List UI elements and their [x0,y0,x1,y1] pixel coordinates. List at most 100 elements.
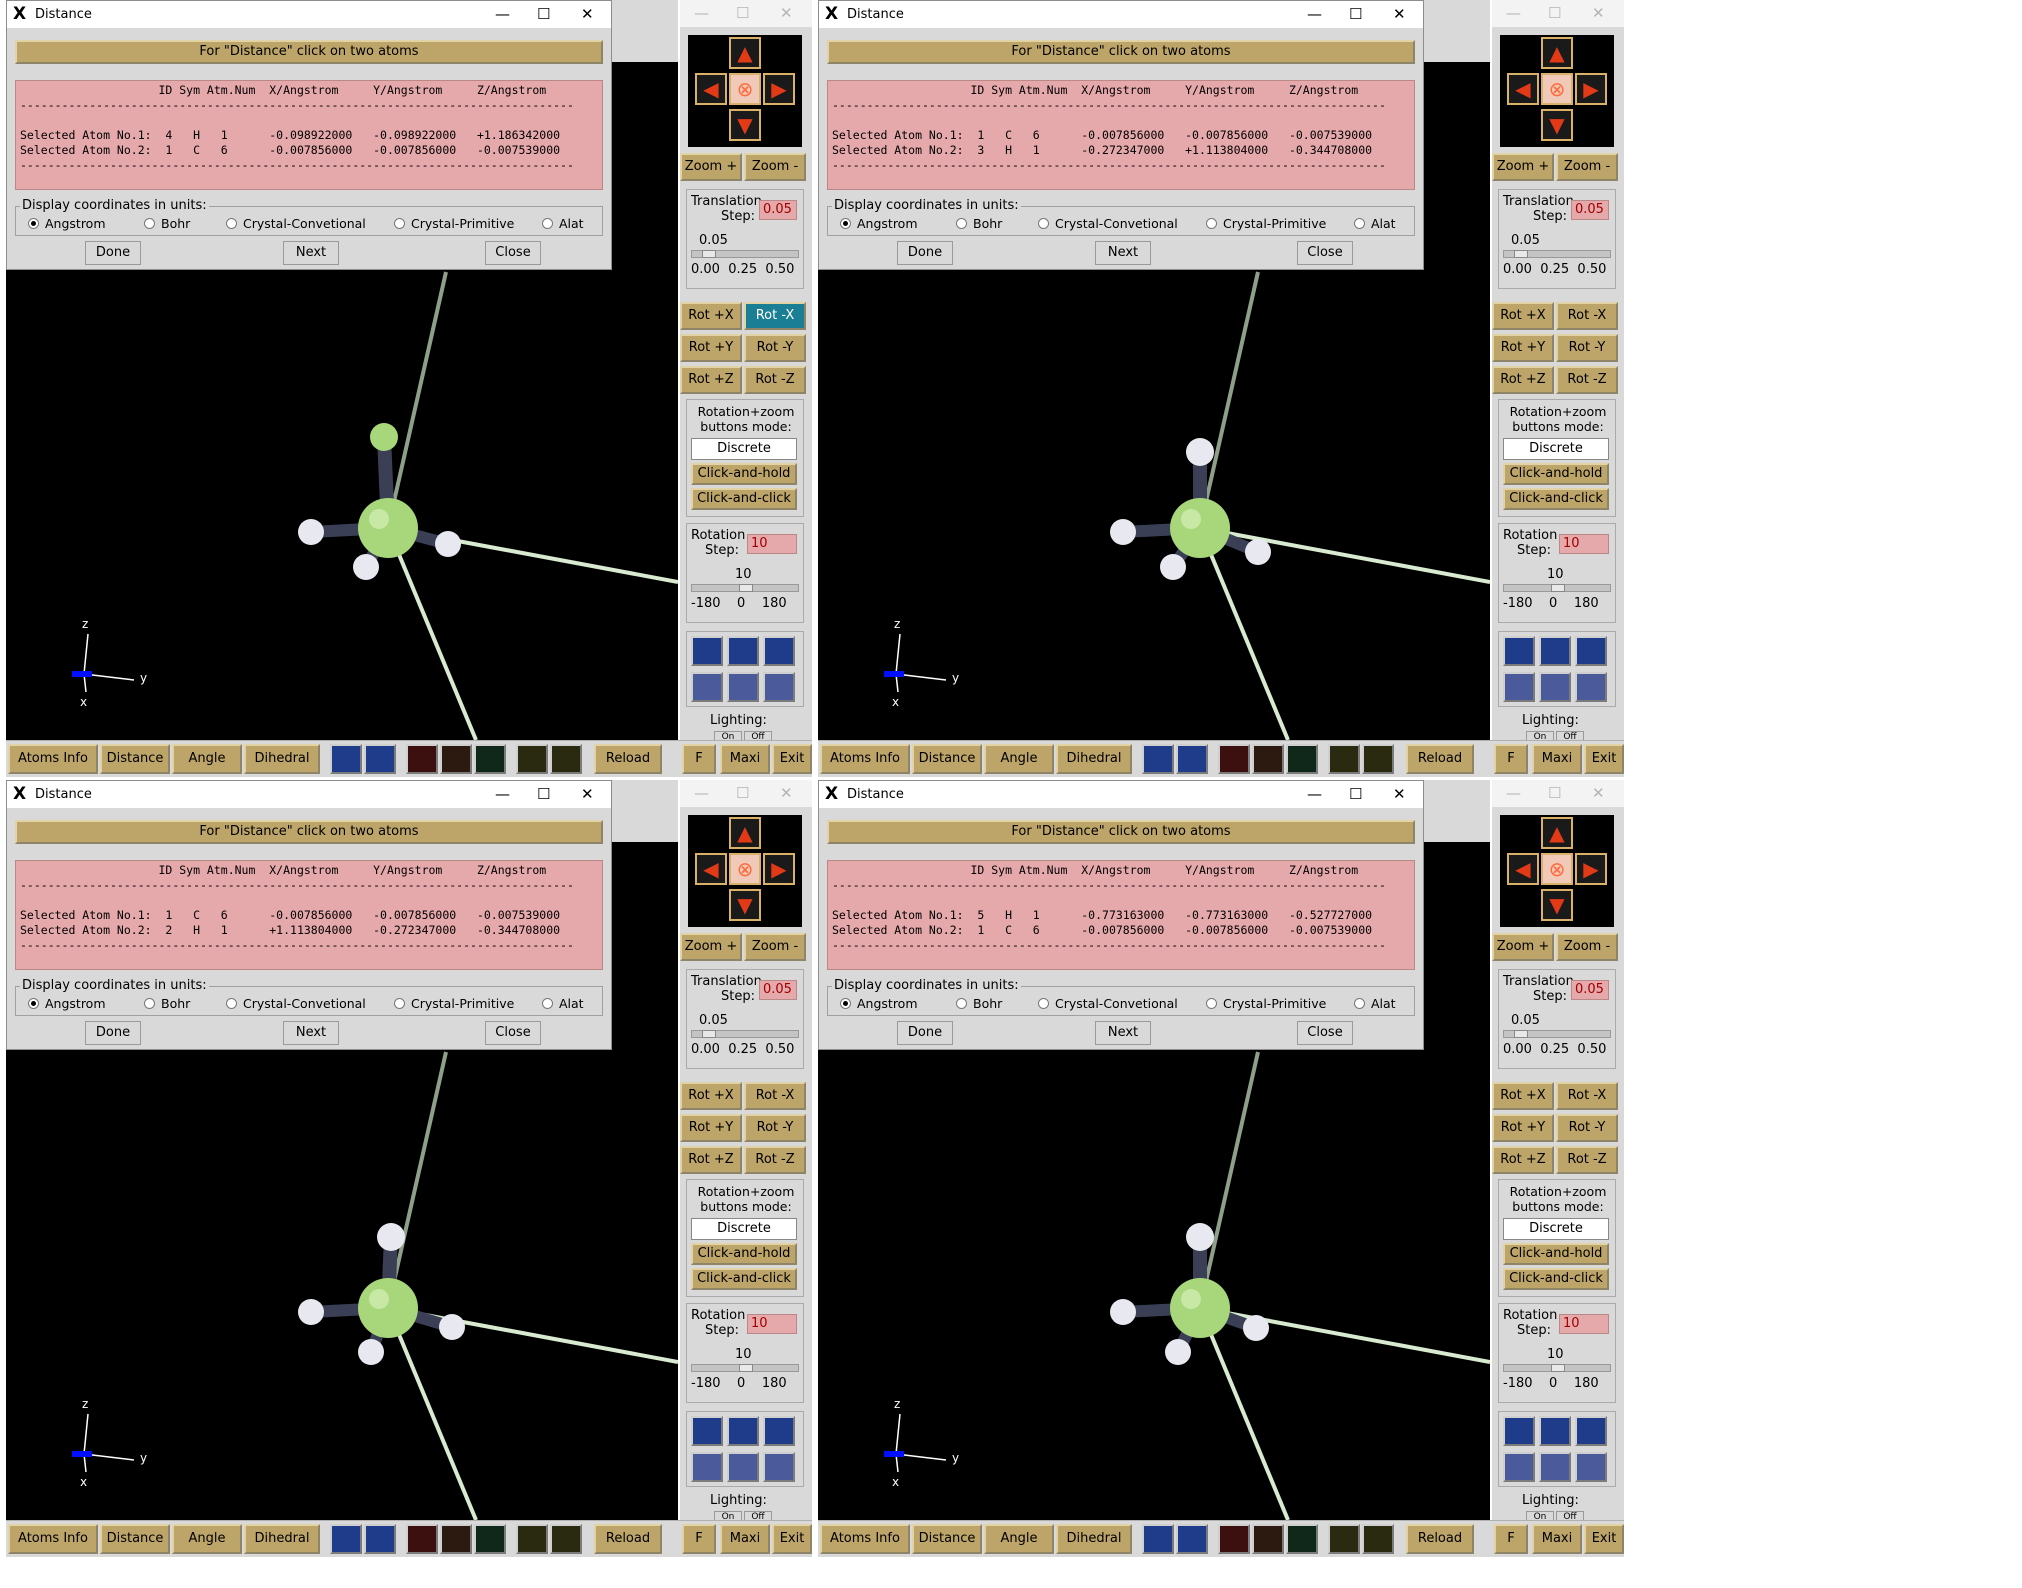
mode-click-and-hold-option[interactable]: Click-and-hold [1503,463,1609,485]
cell-view-icon[interactable] [1176,744,1208,774]
rot-plus-y-button[interactable]: Rot +Y [1492,1114,1554,1142]
rot-minus-y-button[interactable]: Rot -Y [1556,334,1618,362]
mode-click-and-hold-option[interactable]: Click-and-hold [691,463,797,485]
unit-alat-radio[interactable]: Alat [1354,216,1396,231]
next-button[interactable]: Next [283,1021,339,1045]
distance-button[interactable]: Distance [100,744,170,774]
rot-plus-z-button[interactable]: Rot +Z [1492,366,1554,394]
unit-angstrom-radio[interactable]: Angstrom [28,216,106,231]
mode-discrete-option[interactable]: Discrete [691,438,797,460]
rot-plus-z-button[interactable]: Rot +Z [680,366,742,394]
unit-crystal-primitive-radio[interactable]: Crystal-Primitive [1206,216,1326,231]
unit-crystal-conventional-radio[interactable]: Crystal-Convetional [226,996,366,1011]
unit-crystal-primitive-radio[interactable]: Crystal-Primitive [1206,996,1326,1011]
mode-discrete-option[interactable]: Discrete [1503,1218,1609,1240]
ball-red-icon[interactable] [1218,1524,1250,1554]
reload-button[interactable]: Reload [594,744,662,774]
rotation-step-input[interactable]: 10 [1559,1314,1609,1334]
sphere-yellow-icon[interactable] [1328,744,1360,774]
exit-button[interactable]: Exit [772,744,812,774]
rotation-slider[interactable] [1503,1364,1611,1372]
rot-plus-x-button[interactable]: Rot +X [1492,1082,1554,1110]
sphere-yellow-2-icon[interactable] [550,744,582,774]
atoms-info-button[interactable]: Atoms Info [8,744,98,774]
minimize-icon[interactable]: — [495,5,510,23]
cell-view-icon[interactable] [1176,1524,1208,1554]
view-e-icon[interactable] [1539,1452,1571,1482]
translation-slider[interactable] [691,1030,799,1038]
mode-click-and-click-option[interactable]: Click-and-click [1503,488,1609,510]
arrow-down-icon[interactable]: ▼ [1541,889,1573,921]
minimize-icon[interactable]: — [495,785,510,803]
unit-crystal-primitive-radio[interactable]: Crystal-Primitive [394,996,514,1011]
arrow-up-icon[interactable]: ▲ [729,817,761,849]
mode-click-and-hold-option[interactable]: Click-and-hold [1503,1243,1609,1265]
unit-crystal-conventional-radio[interactable]: Crystal-Convetional [226,216,366,231]
atoms-info-button[interactable]: Atoms Info [820,744,910,774]
crystal-view-icon[interactable] [1142,744,1174,774]
crystal-view-icon[interactable] [330,1524,362,1554]
cell-view-icon[interactable] [364,744,396,774]
angle-button[interactable]: Angle [984,744,1054,774]
maxi-button[interactable]: Maxi [720,1524,770,1554]
arrow-left-icon[interactable]: ◀ [1507,853,1539,885]
translation-step-input[interactable]: 0.05 [759,200,797,220]
distance-button[interactable]: Distance [100,1524,170,1554]
crystal-view-icon[interactable] [1142,1524,1174,1554]
reload-button[interactable]: Reload [1406,744,1474,774]
mode-discrete-option[interactable]: Discrete [1503,438,1609,460]
done-button[interactable]: Done [897,1021,953,1045]
maxi-button[interactable]: Maxi [1532,1524,1582,1554]
unit-crystal-primitive-radio[interactable]: Crystal-Primitive [394,216,514,231]
arrow-left-icon[interactable]: ◀ [695,73,727,105]
view-d-icon[interactable] [691,672,723,702]
arrow-down-icon[interactable]: ▼ [729,109,761,141]
zoom-out-button[interactable]: Zoom - [744,153,806,181]
maximize-icon[interactable]: ☐ [537,5,550,23]
rot-plus-x-button[interactable]: Rot +X [680,302,742,330]
ball-wire-icon[interactable] [440,744,472,774]
view-c-icon[interactable] [763,636,795,666]
sphere-yellow-icon[interactable] [516,744,548,774]
cell-view-icon[interactable] [364,1524,396,1554]
close-icon[interactable]: ✕ [1393,5,1406,23]
unit-bohr-radio[interactable]: Bohr [956,996,1002,1011]
view-a-icon[interactable] [1503,636,1535,666]
rotation-slider[interactable] [1503,584,1611,592]
view-d-icon[interactable] [1503,1452,1535,1482]
view-a-icon[interactable] [691,1416,723,1446]
mode-click-and-click-option[interactable]: Click-and-click [1503,1268,1609,1290]
sphere-yellow-2-icon[interactable] [1362,744,1394,774]
close-button[interactable]: Close [1297,1021,1353,1045]
rot-minus-y-button[interactable]: Rot -Y [1556,1114,1618,1142]
dialog-titlebar[interactable]: X Distance — ☐ ✕ [819,1,1423,28]
zoom-out-button[interactable]: Zoom - [744,933,806,961]
ball-red-icon[interactable] [1218,744,1250,774]
view-d-icon[interactable] [691,1452,723,1482]
view-a-icon[interactable] [1503,1416,1535,1446]
translation-slider[interactable] [1503,1030,1611,1038]
done-button[interactable]: Done [85,1021,141,1045]
zoom-in-button[interactable]: Zoom + [1492,153,1554,181]
close-icon[interactable]: ✕ [581,5,594,23]
view-e-icon[interactable] [1539,672,1571,702]
arrow-up-icon[interactable]: ▲ [729,37,761,69]
rot-plus-y-button[interactable]: Rot +Y [680,334,742,362]
translation-slider[interactable] [691,250,799,258]
rot-minus-x-button[interactable]: Rot -X [1556,1082,1618,1110]
rot-plus-x-button[interactable]: Rot +X [1492,302,1554,330]
view-f-icon[interactable] [1575,672,1607,702]
arrow-left-icon[interactable]: ◀ [695,853,727,885]
angle-button[interactable]: Angle [984,1524,1054,1554]
zoom-in-button[interactable]: Zoom + [680,153,742,181]
f-button[interactable]: F [1494,1524,1528,1554]
unit-crystal-conventional-radio[interactable]: Crystal-Convetional [1038,216,1178,231]
translation-step-input[interactable]: 0.05 [1571,980,1609,1000]
unit-angstrom-radio[interactable]: Angstrom [840,216,918,231]
stick-icon[interactable] [474,1524,506,1554]
next-button[interactable]: Next [1095,241,1151,265]
maxi-button[interactable]: Maxi [1532,744,1582,774]
dialog-titlebar[interactable]: X Distance — ☐ ✕ [7,781,611,808]
distance-button[interactable]: Distance [912,1524,982,1554]
view-e-icon[interactable] [727,1452,759,1482]
